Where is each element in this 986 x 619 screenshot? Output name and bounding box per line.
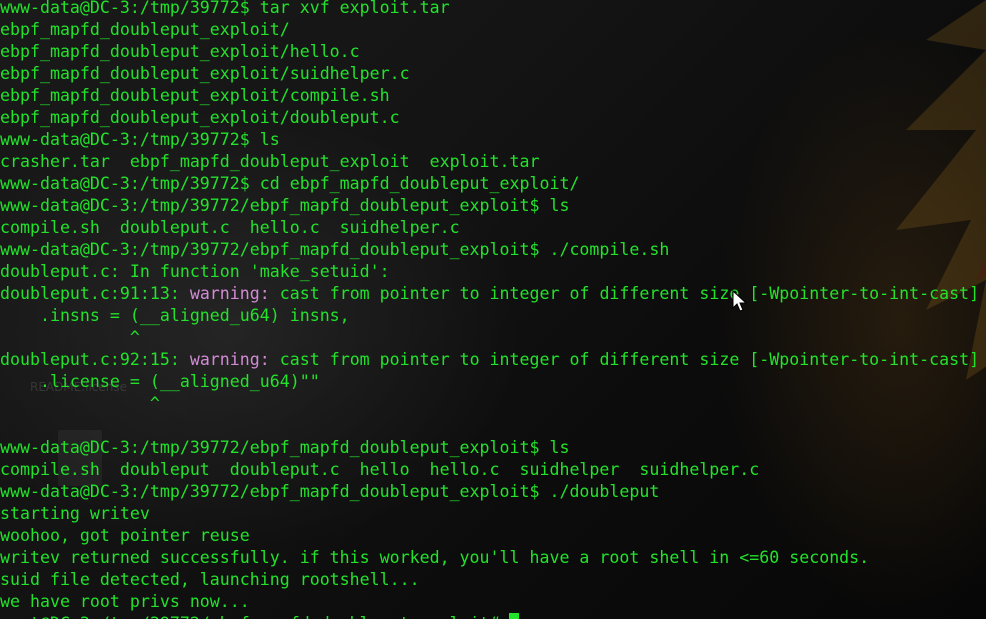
terminal-line: ebpf_mapfd_doubleput_exploit/doubleput.c: [0, 108, 400, 127]
terminal-line: doubleput.c: In function 'make_setuid':: [0, 262, 390, 281]
terminal-window[interactable]: README.license www-data@DC-3:/tmp/39772$…: [0, 0, 986, 619]
terminal-line: writev returned successfully. if this wo…: [0, 548, 870, 567]
warning-location: doubleput.c:92:15:: [0, 350, 190, 369]
warning-message: cast from pointer to integer of differen…: [269, 284, 980, 303]
terminal-line: we have root privs now...: [0, 592, 250, 611]
terminal-line: compile.sh doubleput.c hello.c suidhelpe…: [0, 218, 460, 237]
terminal-line: doubleput.c:92:15: warning: cast from po…: [0, 349, 979, 371]
warning-label: warning:: [189, 350, 270, 369]
warning-label: warning:: [189, 284, 270, 303]
terminal-line: www-data@DC-3:/tmp/39772/ebpf_mapfd_doub…: [0, 196, 570, 215]
terminal-line: www-data@DC-3:/tmp/39772/ebpf_mapfd_doub…: [0, 438, 570, 457]
warning-message: cast from pointer to integer of differen…: [269, 350, 980, 369]
terminal-line: www-data@DC-3:/tmp/39772/ebpf_mapfd_doub…: [0, 240, 670, 259]
terminal-output: www-data@DC-3:/tmp/39772$ tar xvf exploi…: [0, 0, 979, 619]
terminal-line: www-data@DC-3:/tmp/39772$ cd ebpf_mapfd_…: [0, 174, 580, 193]
terminal-line: ebpf_mapfd_doubleput_exploit/suidhelper.…: [0, 64, 410, 83]
prompt-line[interactable]: root@DC-3:/tmp/39772/ebpf_mapfd_doublepu…: [0, 613, 979, 619]
terminal-line: www-data@DC-3:/tmp/39772$ tar xvf exploi…: [0, 0, 450, 17]
terminal-line: ^: [0, 328, 140, 347]
terminal-line: ^: [0, 394, 160, 413]
terminal-line: www-data@DC-3:/tmp/39772$ ls: [0, 130, 280, 149]
shell-prompt: root@DC-3:/tmp/39772/ebpf_mapfd_doublepu…: [0, 614, 500, 619]
terminal-line: suid file detected, launching rootshell.…: [0, 570, 420, 589]
terminal-line: starting writev: [0, 504, 150, 523]
terminal-line: www-data@DC-3:/tmp/39772/ebpf_mapfd_doub…: [0, 482, 660, 501]
warning-location: doubleput.c:91:13:: [0, 284, 190, 303]
terminal-line: crasher.tar ebpf_mapfd_doubleput_exploit…: [0, 152, 540, 171]
terminal-line: .insns = (__aligned_u64) insns,: [0, 306, 350, 325]
terminal-line: woohoo, got pointer reuse: [0, 526, 250, 545]
mouse-pointer-icon: [732, 290, 748, 312]
terminal-line: ebpf_mapfd_doubleput_exploit/: [0, 20, 290, 39]
terminal-line: ebpf_mapfd_doubleput_exploit/compile.sh: [0, 86, 390, 105]
terminal-line: .license = (__aligned_u64)"": [0, 372, 320, 391]
terminal-line: ebpf_mapfd_doubleput_exploit/hello.c: [0, 42, 360, 61]
terminal-line: doubleput.c:91:13: warning: cast from po…: [0, 283, 979, 305]
text-cursor: [508, 613, 519, 619]
terminal-line: compile.sh doubleput doubleput.c hello h…: [0, 460, 760, 479]
